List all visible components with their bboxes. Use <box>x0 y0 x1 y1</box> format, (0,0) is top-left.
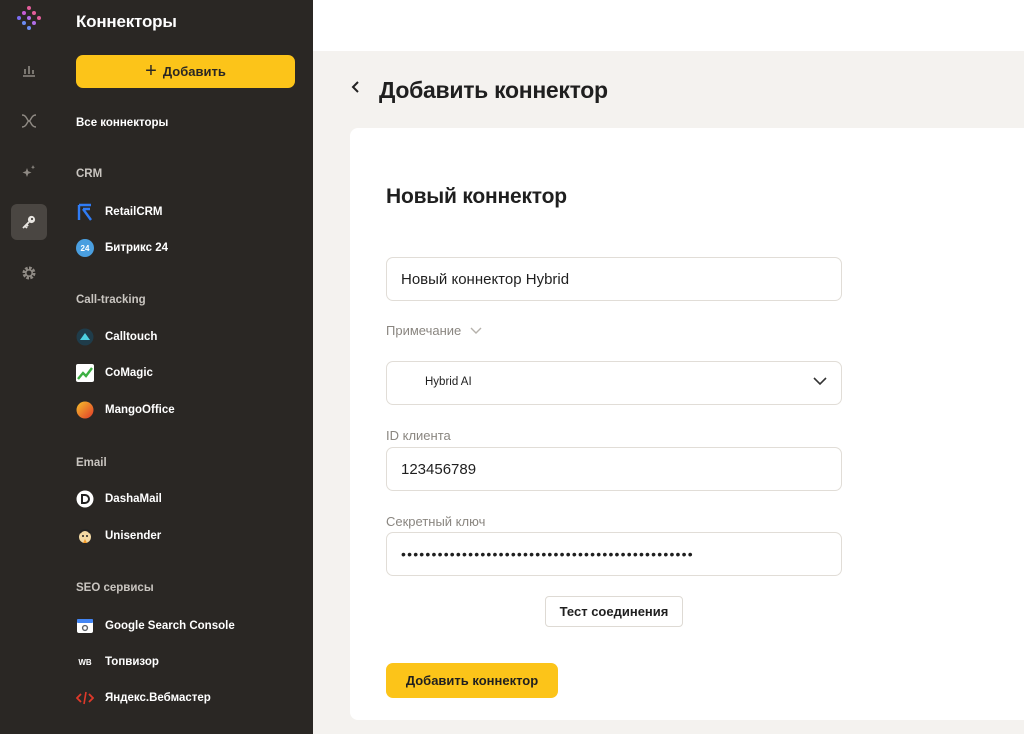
sidebar-item-unisender[interactable]: Unisender <box>76 525 161 547</box>
test-connection-button[interactable]: Тест соединения <box>545 596 683 627</box>
key-icon[interactable] <box>11 204 47 240</box>
calltouch-icon <box>76 328 94 346</box>
sidebar-item-label: Calltouch <box>105 331 158 343</box>
unisender-icon <box>76 527 94 545</box>
retailcrm-icon <box>76 203 94 221</box>
dashamail-icon <box>76 490 94 508</box>
category-crm: CRM <box>76 168 103 180</box>
account-select[interactable]: Hybrid AI <box>386 361 842 405</box>
chevron-down-icon <box>813 377 827 386</box>
code-icon <box>76 689 94 707</box>
merge-icon[interactable] <box>11 103 47 139</box>
sidebar-item-label: RetailCRM <box>105 206 163 218</box>
sidebar-item-all-connectors[interactable]: Все коннекторы <box>76 117 168 129</box>
page-title: Добавить коннектор <box>379 77 608 103</box>
sidebar-item-label: CoMagic <box>105 367 153 379</box>
note-label: Примечание <box>386 323 462 338</box>
connector-name-input[interactable]: Новый коннектор Hybrid <box>386 257 842 301</box>
client-id-label: ID клиента <box>386 428 451 443</box>
category-seo: SEO сервисы <box>76 582 154 594</box>
comagic-icon <box>76 364 94 382</box>
icon-rail <box>0 0 58 734</box>
chevron-down-icon <box>470 327 482 334</box>
sidebar-item-label: Битрикс 24 <box>105 242 169 254</box>
note-toggle[interactable]: Примечание <box>386 323 482 338</box>
category-calltracking: Call-tracking <box>76 294 146 306</box>
add-button-label: Добавить <box>162 64 226 79</box>
sidebar-item-label: Топвизор <box>105 656 159 668</box>
sidebar-title: Коннекторы <box>76 12 177 31</box>
sidebar-item-google-search-console[interactable]: Google Search Console <box>76 615 235 637</box>
sidebar-item-retailcrm[interactable]: RetailCRM <box>76 201 163 223</box>
back-icon[interactable] <box>351 79 361 100</box>
sidebar-item-mangooffice[interactable]: MangoOffice <box>76 399 175 421</box>
sidebar-item-calltouch[interactable]: Calltouch <box>76 326 157 348</box>
add-connector-button[interactable]: + Добавить <box>76 55 295 88</box>
sidebar-item-label: MangoOffice <box>105 404 175 416</box>
sidebar-item-topvisor[interactable]: WB Топвизор <box>76 651 159 673</box>
chart-icon[interactable] <box>11 52 47 88</box>
category-email: Email <box>76 457 107 469</box>
plus-icon: + <box>145 59 157 82</box>
sidebar-item-comagic[interactable]: CoMagic <box>76 362 153 384</box>
sidebar-item-label: Unisender <box>105 530 162 542</box>
secret-key-input[interactable]: ••••••••••••••••••••••••••••••••••••••••… <box>386 532 842 576</box>
card-title: Новый коннектор <box>386 185 567 208</box>
sidebar-item-dashamail[interactable]: DashaMail <box>76 488 162 510</box>
top-bar <box>313 0 1024 51</box>
sparkle-icon[interactable] <box>11 154 47 190</box>
client-id-input[interactable]: 123456789 <box>386 447 842 491</box>
add-connector-submit-button[interactable]: Добавить коннектор <box>386 663 558 698</box>
secret-key-label: Секретный ключ <box>386 514 486 529</box>
form-card <box>350 128 1024 720</box>
sidebar-item-yandex-webmaster[interactable]: Яндекс.Вебмастер <box>76 687 211 709</box>
sidebar-item-label: Яндекс.Вебмастер <box>105 692 211 704</box>
mangooffice-icon <box>76 401 94 419</box>
sidebar-item-label: DashaMail <box>105 493 162 505</box>
logo-icon[interactable] <box>16 5 42 31</box>
gear-icon[interactable] <box>11 255 47 291</box>
google-search-console-icon <box>76 617 94 635</box>
select-value: Hybrid AI <box>425 376 472 388</box>
topvisor-icon: WB <box>78 657 92 667</box>
bitrix24-icon: 24 <box>76 239 94 257</box>
sidebar-item-bitrix24[interactable]: 24 Битрикс 24 <box>76 237 168 259</box>
sidebar-item-label: Google Search Console <box>105 620 235 632</box>
connectors-sidebar: Коннекторы + Добавить Все коннекторы CRM… <box>58 0 313 734</box>
